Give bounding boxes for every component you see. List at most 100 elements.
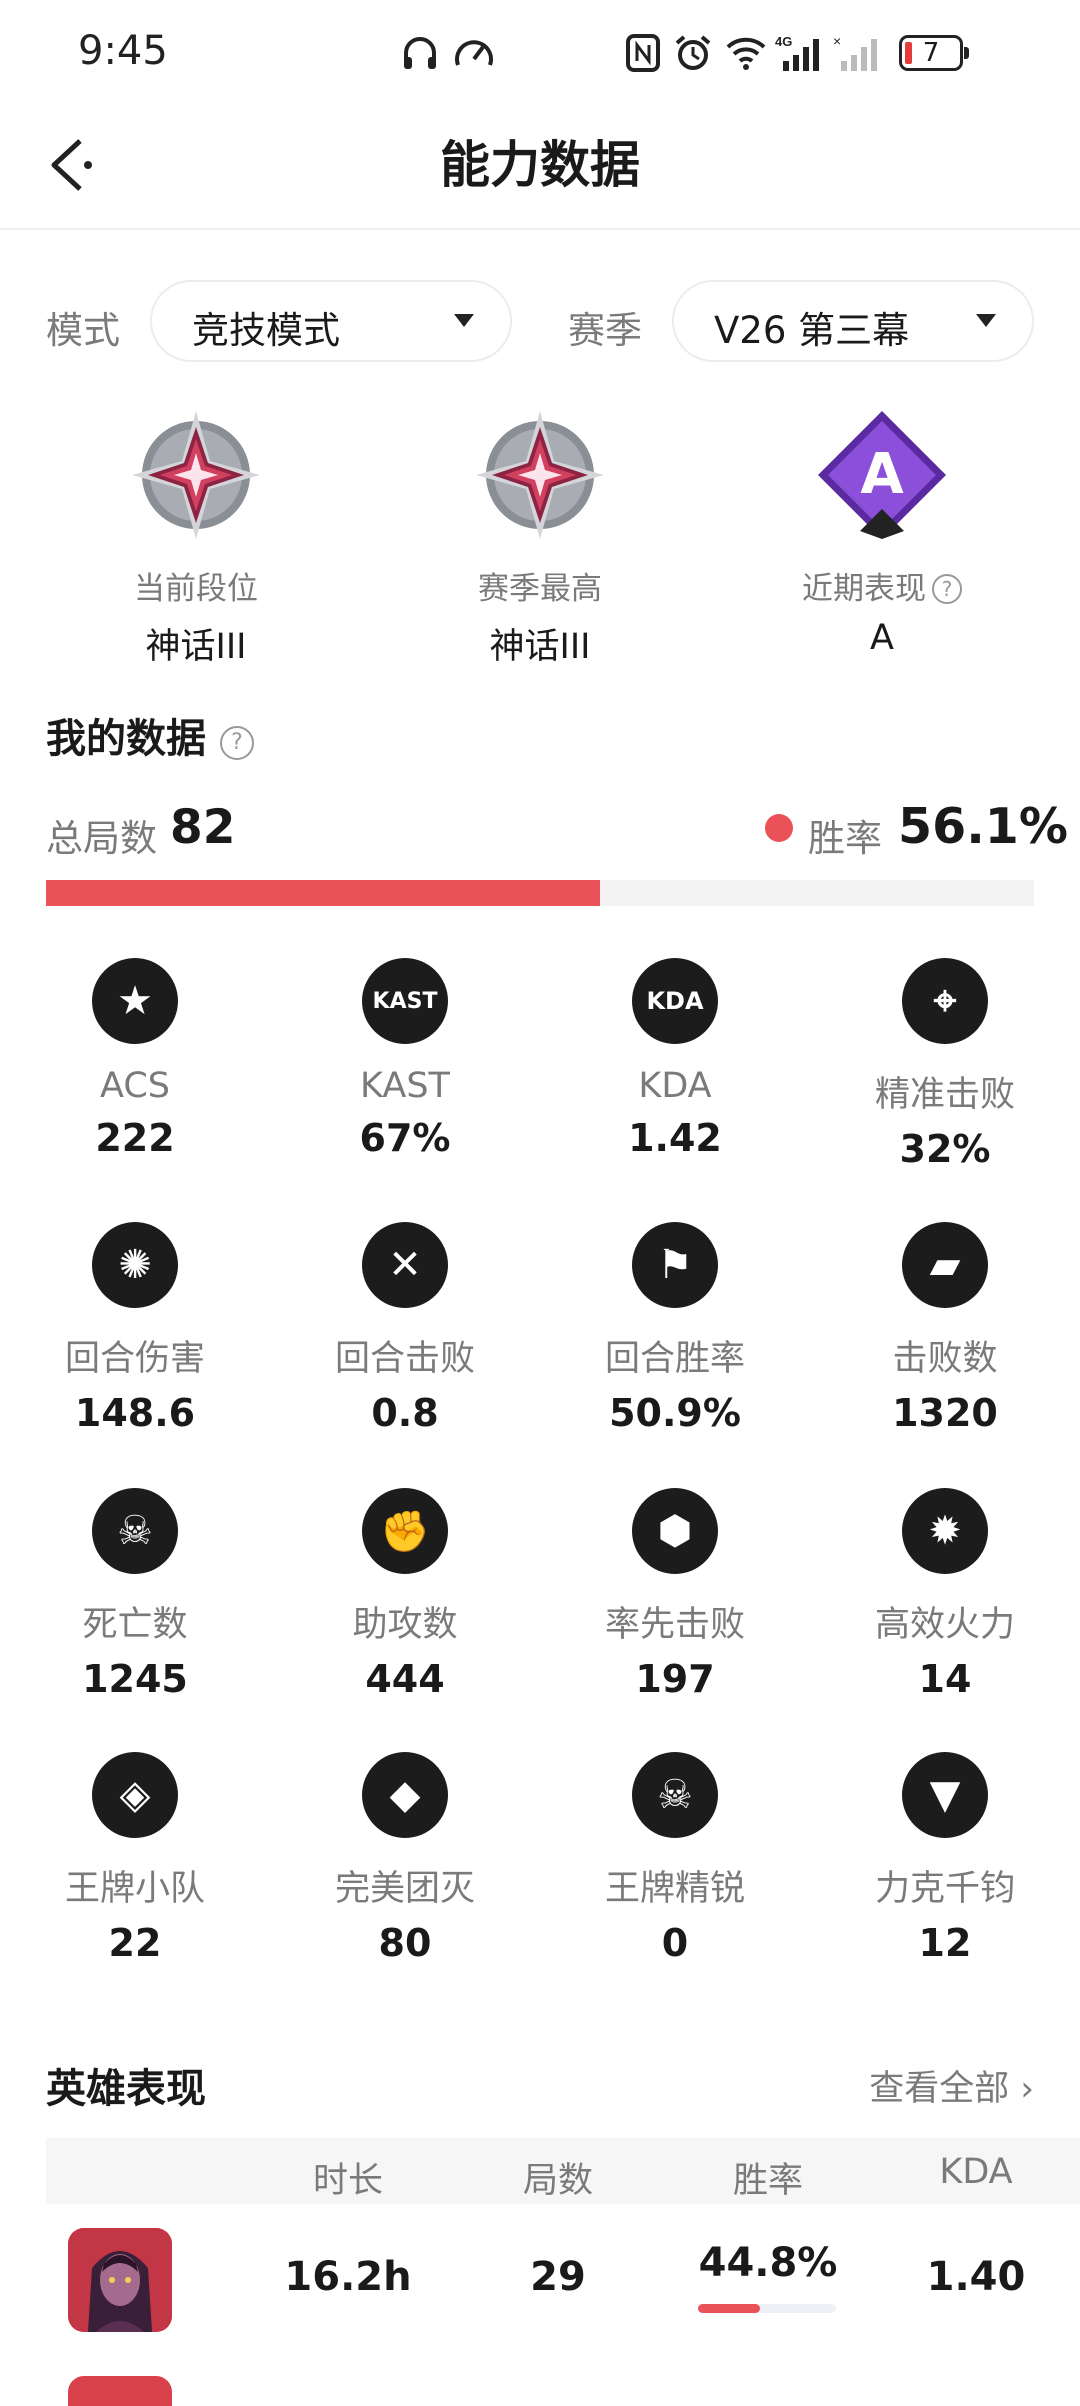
season-select[interactable]: V26 第三幕 (672, 280, 1034, 362)
stat-value: 1245 (82, 1657, 188, 1701)
current-rank-label: 当前段位 (134, 571, 258, 607)
stat-value: 1320 (892, 1391, 998, 1435)
stat-label: 回合伤害 (64, 1339, 205, 1379)
stat-label: 击败数 (892, 1339, 998, 1379)
stat-label: 完美团灭 (334, 1869, 475, 1909)
season-value: V26 第三幕 (714, 309, 910, 352)
stat-kda: KDA KDA 1.42 (540, 958, 810, 1160)
stat-value: 222 (95, 1116, 175, 1160)
status-right-icons: 4G × 7 (625, 28, 969, 78)
diamond-gem-icon-glyph: ◆ (389, 1772, 421, 1818)
stat-value: 80 (378, 1921, 432, 1965)
eagle-icon: ▼ (902, 1752, 988, 1838)
stat-label: 回合胜率 (604, 1339, 745, 1379)
win-rate-label: 胜率 (808, 817, 882, 860)
status-bar: 9:45 4G × 7 (0, 0, 1080, 100)
svg-text:×: × (833, 33, 841, 49)
stat-label: 精准击败 (874, 1075, 1015, 1115)
column-win-rate: 胜率 (732, 2161, 803, 2201)
stat-firepower: ✹ 高效火力 14 (810, 1488, 1080, 1701)
my-data-title: 我的数据 (46, 716, 206, 762)
stat-flag: ⚑ 回合胜率 50.9% (540, 1222, 810, 1435)
stat-ace-team: ◈ 王牌小队 22 (0, 1752, 270, 1965)
skull-icon: ☠ (92, 1488, 178, 1574)
stat-kast: KAST KAST 67% (270, 958, 540, 1160)
current-rank-value: 神话III (145, 627, 247, 667)
stat-label: 率先击败 (604, 1605, 745, 1645)
mode-value: 竞技模式 (192, 309, 340, 352)
total-matches-label: 总局数 (46, 817, 157, 860)
header-divider (0, 228, 1080, 230)
page-title: 能力数据 (440, 136, 640, 194)
battery-level: 7 (922, 38, 940, 68)
stat-value: 12 (918, 1921, 972, 1965)
stat-fist: ✊ 助攻数 444 (270, 1488, 540, 1701)
current-rank: 当前段位 神话III (46, 405, 346, 669)
eagle-icon-glyph: ▼ (929, 1772, 961, 1818)
hero-avatar[interactable] (68, 2228, 172, 2332)
season-label: 赛季 (568, 309, 642, 352)
stat-elite-skull: ☠ 王牌精锐 0 (540, 1752, 810, 1965)
first-blood-icon-glyph: ⬢ (657, 1508, 693, 1554)
stat-label: ACS (100, 1066, 170, 1106)
help-icon[interactable]: ? (932, 574, 962, 604)
win-rate-value: 56.1% (898, 798, 1068, 855)
elite-skull-icon: ☠ (632, 1752, 718, 1838)
stat-value: 0.8 (371, 1391, 439, 1435)
total-matches-value: 82 (170, 800, 236, 855)
pistol-icon: ▰ (902, 1222, 988, 1308)
wifi-icon (726, 37, 766, 70)
recent-performance-value: A (870, 618, 894, 658)
ace-team-icon: ◈ (92, 1752, 178, 1838)
stat-label: 王牌精锐 (604, 1869, 745, 1909)
column-matches: 局数 (522, 2161, 593, 2201)
back-button[interactable] (44, 135, 104, 195)
recent-performance-label: 近期表现 (802, 571, 926, 607)
win-rate-bar-fill (46, 880, 601, 906)
hero-duration: 16.2h (284, 2254, 412, 2300)
kast-icon-glyph: KAST (372, 988, 438, 1014)
stat-value: 197 (635, 1657, 715, 1701)
mode-select[interactable]: 竞技模式 (150, 280, 512, 362)
stat-skull: ☠ 死亡数 1245 (0, 1488, 270, 1701)
crossed-blades-icon: ✕ (362, 1222, 448, 1308)
elite-skull-icon-glyph: ☠ (657, 1772, 693, 1818)
hero-performance-title: 英雄表现 (46, 2066, 206, 2112)
view-all-link[interactable]: 查看全部 › (869, 2060, 1034, 2111)
nfc-icon (626, 34, 660, 72)
next-hero-avatar[interactable] (68, 2376, 172, 2406)
stat-value: 148.6 (74, 1391, 196, 1435)
fist-icon: ✊ (362, 1488, 448, 1574)
pistol-icon-glyph: ▰ (929, 1242, 961, 1288)
stat-crossed-blades: ✕ 回合击败 0.8 (270, 1222, 540, 1435)
stat-value: 50.9% (609, 1391, 741, 1435)
stat-value: 0 (661, 1921, 689, 1965)
stat-label: KAST (360, 1066, 450, 1106)
stat-label: 王牌小队 (64, 1869, 205, 1909)
stat-pistol: ▰ 击败数 1320 (810, 1222, 1080, 1435)
recent-performance: A 近期表现? A (732, 405, 1032, 658)
ace-team-icon-glyph: ◈ (119, 1772, 151, 1818)
stat-value: 67% (359, 1116, 451, 1160)
stat-value: 444 (365, 1657, 445, 1701)
headphones-icon (404, 37, 436, 69)
view-all-label: 查看全部 (869, 2069, 1010, 2109)
column-kda: KDA (939, 2152, 1013, 2192)
stat-diamond-gem: ◆ 完美团灭 80 (270, 1752, 540, 1965)
signal-4g-icon: 4G (775, 34, 819, 71)
impact-icon: ✺ (92, 1222, 178, 1308)
status-left-icons (400, 28, 496, 78)
stat-value: 1.42 (628, 1116, 722, 1160)
stat-label: 助攻数 (352, 1605, 458, 1645)
stat-eagle: ▼ 力克千钧 12 (810, 1752, 1080, 1965)
performance-grade-icon: A (812, 405, 952, 545)
help-icon[interactable]: ? (220, 726, 254, 760)
win-rate-dot (765, 814, 793, 842)
stat-value: 32% (899, 1127, 991, 1171)
stat-label: 回合击败 (334, 1339, 475, 1379)
battery-icon: 7 (899, 35, 969, 71)
stat-value: 14 (918, 1657, 972, 1701)
stat-label: KDA (638, 1066, 712, 1106)
stat-label: 死亡数 (82, 1605, 188, 1645)
win-rate-bar (46, 880, 1034, 906)
